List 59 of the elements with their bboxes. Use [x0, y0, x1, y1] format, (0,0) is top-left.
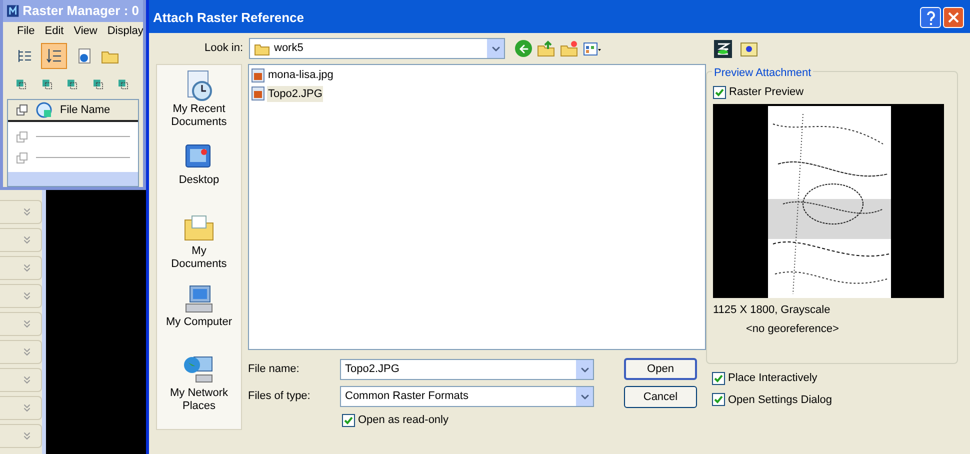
folder-icon	[254, 42, 270, 56]
menu-item[interactable]: Display	[107, 23, 143, 40]
app-logo-icon[interactable]	[714, 40, 732, 58]
places-bar-item[interactable]: My Network Places	[159, 353, 239, 418]
horizontal-scrollbar[interactable]	[8, 172, 138, 186]
chevron-down-icon	[21, 430, 33, 442]
image-file-icon	[251, 86, 265, 102]
copy-icon	[16, 152, 28, 164]
help-button[interactable]	[920, 7, 941, 28]
files-of-type-dropdown[interactable]: Common Raster Formats	[340, 386, 594, 407]
globe-icon	[36, 102, 52, 118]
dialog-button[interactable]: Cancel	[624, 386, 697, 408]
raster-preview-label: Raster Preview	[729, 84, 804, 100]
chevron-down-icon	[21, 262, 33, 274]
window-title: Raster Manager : 0	[3, 0, 143, 22]
image-file-entry[interactable]: mona-lisa.jpg	[251, 67, 334, 84]
image-info-text: 1125 X 1800, Grayscale	[713, 303, 832, 318]
image-file-icon	[251, 68, 265, 83]
menu-item[interactable]: File	[17, 23, 35, 40]
close-icon	[948, 12, 959, 23]
chevron-down-icon	[21, 374, 33, 386]
list-sort-tool-icon[interactable]	[41, 43, 67, 69]
close-button[interactable]	[943, 7, 964, 28]
checkbox[interactable]	[713, 86, 726, 98]
places-bar-item[interactable]: My Documents	[159, 211, 239, 276]
option-label: Open Settings Dialog	[728, 392, 832, 408]
folder-up-icon[interactable]	[537, 40, 555, 58]
chevron-down-icon	[21, 290, 33, 302]
checkbox[interactable]	[712, 372, 725, 385]
files-of-type-label: Files of type:	[248, 389, 312, 404]
chevron-down-icon	[21, 402, 33, 414]
app-logo-icon	[7, 3, 19, 19]
view-menu-icon[interactable]	[583, 40, 601, 58]
new-folder-icon[interactable]	[560, 40, 578, 58]
read-only-label: Open as read-only	[358, 413, 448, 428]
column-header: File Name	[60, 102, 110, 118]
option-label: Place Interactively	[728, 371, 818, 386]
question-mark-icon	[926, 10, 936, 24]
checkbox[interactable]	[342, 414, 355, 427]
file-name-field[interactable]: Topo2.JPG	[340, 359, 594, 380]
georeference-text: <no georeference>	[746, 322, 840, 336]
chevron-down-icon	[21, 206, 33, 218]
menu-item[interactable]: View	[74, 23, 98, 40]
checkbox[interactable]	[712, 393, 725, 406]
look-in-label: Look in:	[203, 41, 244, 56]
back-icon[interactable]	[515, 40, 532, 57]
chevron-down-icon	[21, 234, 33, 246]
chevron-down-icon	[21, 318, 33, 330]
look-in-dropdown[interactable]: work5	[249, 38, 505, 59]
chevron-down-icon	[21, 346, 33, 358]
copy-icon	[16, 104, 28, 116]
places-bar-item[interactable]: My Recent Documents	[159, 69, 239, 134]
copy-icon	[16, 130, 28, 142]
places-bar-item[interactable]: Desktop	[159, 140, 239, 205]
dialog-button[interactable]: Open	[624, 358, 697, 380]
window-title: Attach Raster Reference	[153, 8, 306, 27]
places-bar-item[interactable]: My Computer	[159, 282, 239, 347]
file-name-label: File name:	[248, 362, 300, 378]
menu-item[interactable]: Edit	[44, 23, 64, 40]
